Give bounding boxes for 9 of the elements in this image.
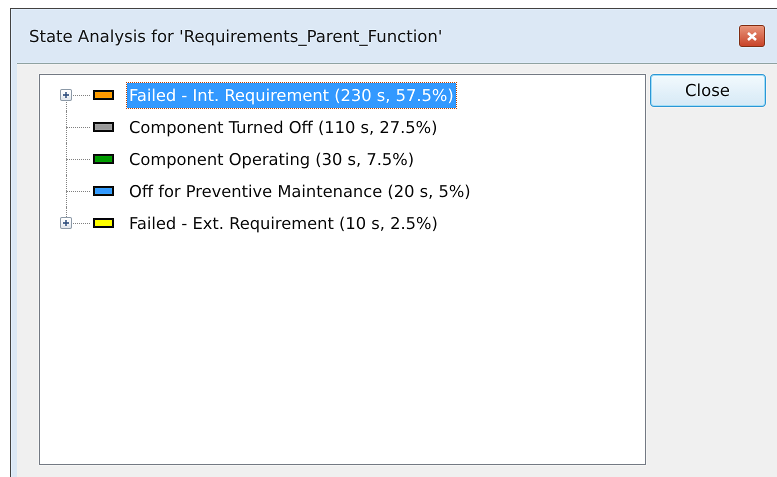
tree-item[interactable]: Off for Preventive Maintenance (20 s, 5%) — [127, 178, 473, 204]
window-title: State Analysis for 'Requirements_Parent_Function' — [29, 26, 442, 46]
expand-icon[interactable] — [60, 89, 72, 101]
expand-icon[interactable] — [60, 217, 72, 229]
tree-item[interactable]: Failed - Ext. Requirement (10 s, 2.5%) — [127, 210, 440, 236]
close-icon[interactable] — [739, 25, 765, 47]
tree-item[interactable]: Component Operating (30 s, 7.5%) — [127, 146, 416, 172]
close-button[interactable]: Close — [650, 74, 766, 107]
tree-item[interactable]: Component Turned Off (110 s, 27.5%) — [127, 114, 440, 140]
